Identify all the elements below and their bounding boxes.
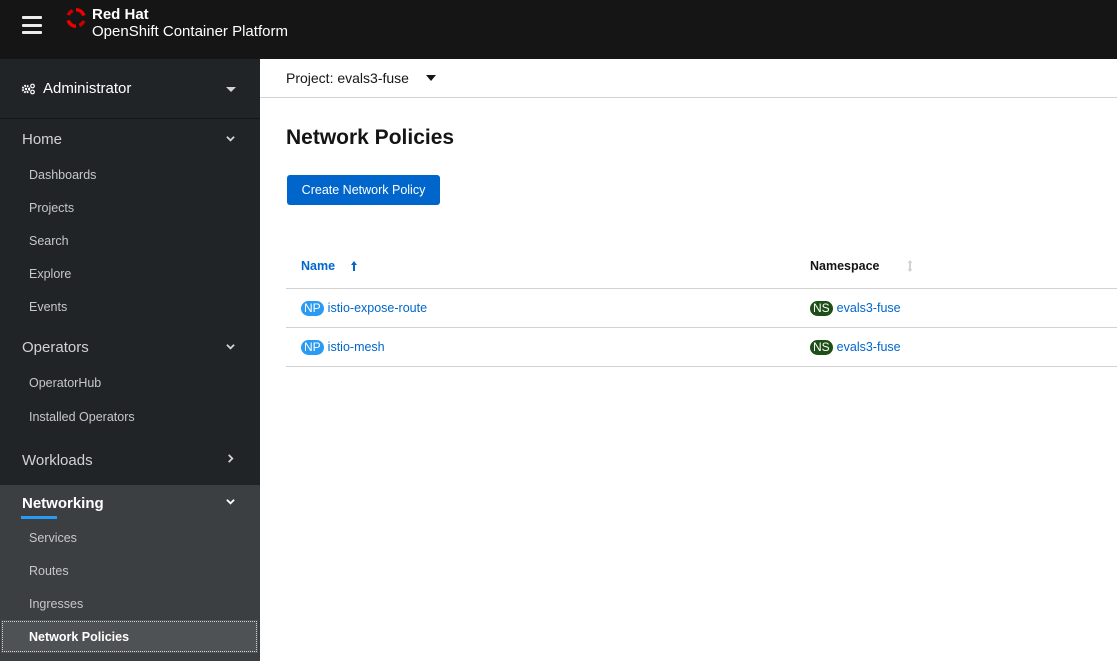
nav-header-home[interactable]: Home [0, 120, 260, 158]
column-header-namespace[interactable]: Namespace [810, 259, 914, 273]
nav-header-networking[interactable]: Networking [0, 485, 260, 521]
chevron-right-icon [228, 454, 234, 463]
np-badge: NP [301, 339, 324, 355]
cell-namespace: NS evals3-fuse [810, 339, 901, 355]
nav-item-routes[interactable]: Routes [0, 554, 260, 587]
nav-item-services[interactable]: Services [0, 521, 260, 554]
column-header-name[interactable]: Name [286, 259, 810, 273]
page-title: Network Policies [286, 126, 455, 149]
cogs-icon [21, 83, 35, 94]
nav-section-workloads: Workloads [0, 440, 260, 481]
project-selector-label: Project: evals3-fuse [286, 70, 409, 86]
column-header-label: Name [301, 259, 336, 273]
namespace-link[interactable]: evals3-fuse [837, 340, 901, 354]
nav-section-operators: Operators OperatorHub Installed Operator… [0, 328, 260, 434]
nav-item-installed-operators[interactable]: Installed Operators [0, 400, 260, 434]
nav-header-label: Home [22, 130, 63, 148]
nav-item-network-policies[interactable]: Network Policies [1, 620, 258, 653]
nav-header-label: Workloads [22, 452, 93, 469]
masthead: Red Hat OpenShift Container Platform [0, 0, 1117, 59]
sidebar: Administrator Home Dashboards Projects S… [0, 59, 260, 661]
sort-ascending-icon [351, 261, 358, 271]
chevron-down-icon [226, 136, 235, 142]
table-row: NP istio-expose-route NS evals3-fuse [286, 289, 1117, 328]
nav-section-home: Home Dashboards Projects Search Explore … [0, 120, 260, 323]
nav-item-operatorhub[interactable]: OperatorHub [0, 366, 260, 400]
policy-link[interactable]: istio-expose-route [328, 301, 427, 315]
main-content: Project: evals3-fuse Network Policies Cr… [260, 59, 1117, 660]
table-header: Name Namespace [286, 244, 1117, 289]
chevron-down-icon [226, 344, 235, 350]
table-row: NP istio-mesh NS evals3-fuse [286, 328, 1117, 367]
nav-item-events[interactable]: Events [0, 290, 260, 323]
create-network-policy-button[interactable]: Create Network Policy [287, 175, 440, 205]
cell-namespace: NS evals3-fuse [810, 300, 901, 316]
nav-section-networking: Networking Services Routes Ingresses Net… [0, 485, 260, 661]
namespace-link[interactable]: evals3-fuse [837, 301, 901, 315]
active-section-indicator [21, 516, 57, 519]
column-header-label: Namespace [810, 259, 880, 273]
nav-header-label: Networking [22, 494, 104, 512]
nav-item-projects[interactable]: Projects [0, 191, 260, 224]
perspective-label: Administrator [43, 80, 132, 97]
project-selector[interactable]: Project: evals3-fuse [260, 59, 1117, 98]
nav-item-explore[interactable]: Explore [0, 257, 260, 290]
caret-down-icon [425, 75, 436, 81]
sort-icon [907, 260, 912, 272]
nav-item-dashboards[interactable]: Dashboards [0, 158, 260, 191]
nav-item-search[interactable]: Search [0, 224, 260, 257]
caret-down-icon [226, 87, 236, 92]
brand-redhat: Red Hat [92, 6, 149, 23]
ns-badge: NS [810, 339, 833, 355]
policy-link[interactable]: istio-mesh [328, 340, 385, 354]
hamburger-menu-icon[interactable] [22, 16, 42, 34]
np-badge: NP [301, 300, 324, 316]
cell-name: NP istio-expose-route [286, 300, 810, 316]
cell-name: NP istio-mesh [286, 339, 810, 355]
nav-header-label: Operators [22, 338, 89, 356]
brand-product: Container Platform [158, 23, 288, 40]
chevron-down-icon [226, 499, 235, 505]
network-policies-table: Name Namespace NP istio-expose-route NS … [286, 244, 1117, 367]
nav-header-workloads[interactable]: Workloads [0, 440, 260, 481]
nav-header-operators[interactable]: Operators [0, 328, 260, 366]
openshift-logo-icon [66, 8, 86, 28]
ns-badge: NS [810, 300, 833, 316]
brand-logo-link[interactable]: Red Hat OpenShift Container Platform [64, 6, 288, 40]
perspective-switcher[interactable]: Administrator [0, 59, 260, 119]
brand-openshift: OpenShift [92, 23, 159, 40]
nav-item-ingresses[interactable]: Ingresses [0, 587, 260, 620]
